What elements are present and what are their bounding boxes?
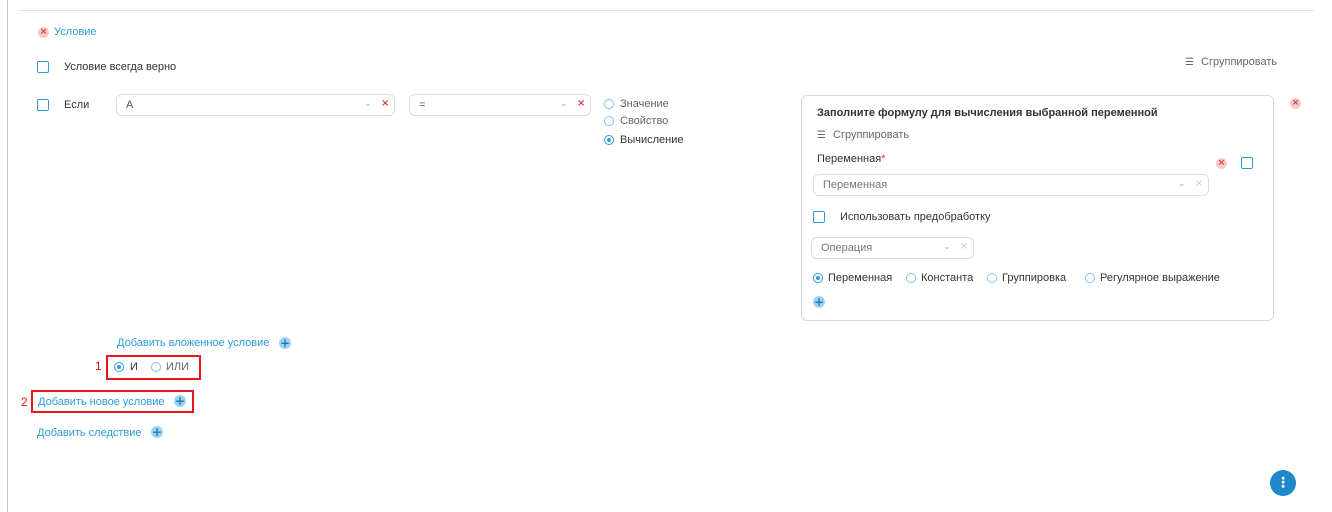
- add-consequence-link[interactable]: Добавить следствие: [37, 427, 142, 439]
- chevron-down-icon: ⌄: [364, 99, 372, 109]
- add-operand-plus-icon[interactable]: +: [813, 296, 825, 308]
- preprocess-label: Использовать предобработку: [840, 211, 991, 223]
- annotation-marker-2: 2: [21, 395, 28, 409]
- formula-panel: Заполните формулу для вычисления выбранн…: [801, 95, 1274, 321]
- group-indent-icon: ☰: [1185, 57, 1194, 68]
- add-nested-condition-link[interactable]: Добавить вложенное условие: [117, 337, 269, 349]
- left-operand-select[interactable]: A ⌄ ×: [116, 94, 395, 116]
- operator-value: =: [419, 99, 426, 111]
- value-type-radio[interactable]: [604, 99, 614, 109]
- logic-option-and[interactable]: И: [114, 361, 144, 375]
- value-type-radio-selected[interactable]: [604, 135, 614, 145]
- remove-condition-icon[interactable]: ×: [38, 27, 49, 38]
- operand-type-label: Переменная: [828, 272, 893, 284]
- operand-type-option[interactable]: Группировка: [987, 272, 1077, 286]
- group-indent-icon: ☰: [817, 130, 826, 141]
- left-operand-value: A: [126, 99, 134, 111]
- more-options-icon[interactable]: ⋮: [1270, 470, 1296, 496]
- operand-type-radio[interactable]: [1085, 273, 1095, 283]
- clear-icon[interactable]: ×: [577, 98, 585, 109]
- always-true-label: Условие всегда верно: [64, 61, 177, 73]
- content-frame-left-border: [7, 0, 8, 512]
- value-type-label: Вычисление: [620, 134, 684, 146]
- operand-type-option[interactable]: Регулярное выражение: [1085, 272, 1235, 286]
- operand-type-radio[interactable]: [906, 273, 916, 283]
- operand-type-label: Группировка: [1002, 272, 1067, 284]
- add-new-condition-link[interactable]: Добавить новое условие: [38, 396, 165, 408]
- value-type-radio[interactable]: [604, 116, 614, 126]
- logic-option-or[interactable]: ИЛИ: [151, 361, 193, 375]
- operand-type-option[interactable]: Константа: [906, 272, 984, 286]
- operand-type-option[interactable]: Переменная: [813, 272, 907, 286]
- remove-variable-icon[interactable]: ×: [1216, 158, 1227, 169]
- add-condition-plus-icon[interactable]: +: [174, 395, 186, 407]
- operation-select-placeholder: Операция: [821, 242, 873, 254]
- logic-radio-selected[interactable]: [114, 362, 124, 372]
- formula-panel-title: Заполните формулу для вычисления выбранн…: [817, 107, 1158, 119]
- logic-label: ИЛИ: [166, 361, 190, 373]
- value-type-label: Значение: [620, 98, 669, 110]
- clear-icon[interactable]: ×: [1195, 178, 1203, 189]
- always-true-checkbox[interactable]: [37, 61, 49, 73]
- variable-field-label: Переменная*: [817, 153, 885, 165]
- operand-type-radio[interactable]: [987, 273, 997, 283]
- panel-group-button[interactable]: ☰ Сгруппировать: [817, 129, 909, 141]
- remove-formula-icon[interactable]: ×: [1290, 98, 1301, 109]
- logic-radio[interactable]: [151, 362, 161, 372]
- clear-icon[interactable]: ×: [381, 98, 389, 109]
- if-checkbox[interactable]: [37, 99, 49, 111]
- group-button-label: Сгруппировать: [1201, 56, 1278, 68]
- condition-title-link[interactable]: Условие: [54, 26, 97, 38]
- chevron-down-icon: ⌄: [943, 242, 951, 252]
- chevron-down-icon: ⌄: [1178, 179, 1186, 189]
- if-label: Если: [64, 99, 90, 111]
- variable-label-text: Переменная: [817, 153, 882, 165]
- chevron-down-icon: ⌄: [560, 99, 568, 109]
- preprocess-checkbox[interactable]: [813, 211, 825, 223]
- content-frame-top-border: [18, 10, 1314, 11]
- operand-type-label: Регулярное выражение: [1100, 272, 1220, 284]
- operation-select[interactable]: Операция ⌄ ×: [811, 237, 974, 259]
- value-type-label: Свойство: [620, 115, 669, 127]
- operator-select[interactable]: = ⌄ ×: [409, 94, 591, 116]
- operand-type-label: Константа: [921, 272, 974, 284]
- variable-select-placeholder: Переменная: [823, 179, 888, 191]
- logic-label: И: [130, 361, 138, 373]
- variable-select[interactable]: Переменная ⌄ ×: [813, 174, 1209, 196]
- required-mark: *: [881, 153, 886, 165]
- add-nested-plus-icon[interactable]: +: [279, 337, 291, 349]
- variable-checkbox[interactable]: [1241, 157, 1253, 169]
- annotation-marker-1: 1: [95, 359, 102, 373]
- operand-type-radio-selected[interactable]: [813, 273, 823, 283]
- clear-icon[interactable]: ×: [960, 241, 968, 252]
- panel-group-button-label: Сгруппировать: [833, 129, 910, 141]
- group-button[interactable]: ☰ Сгруппировать: [1185, 56, 1277, 68]
- add-consequence-plus-icon[interactable]: +: [151, 426, 163, 438]
